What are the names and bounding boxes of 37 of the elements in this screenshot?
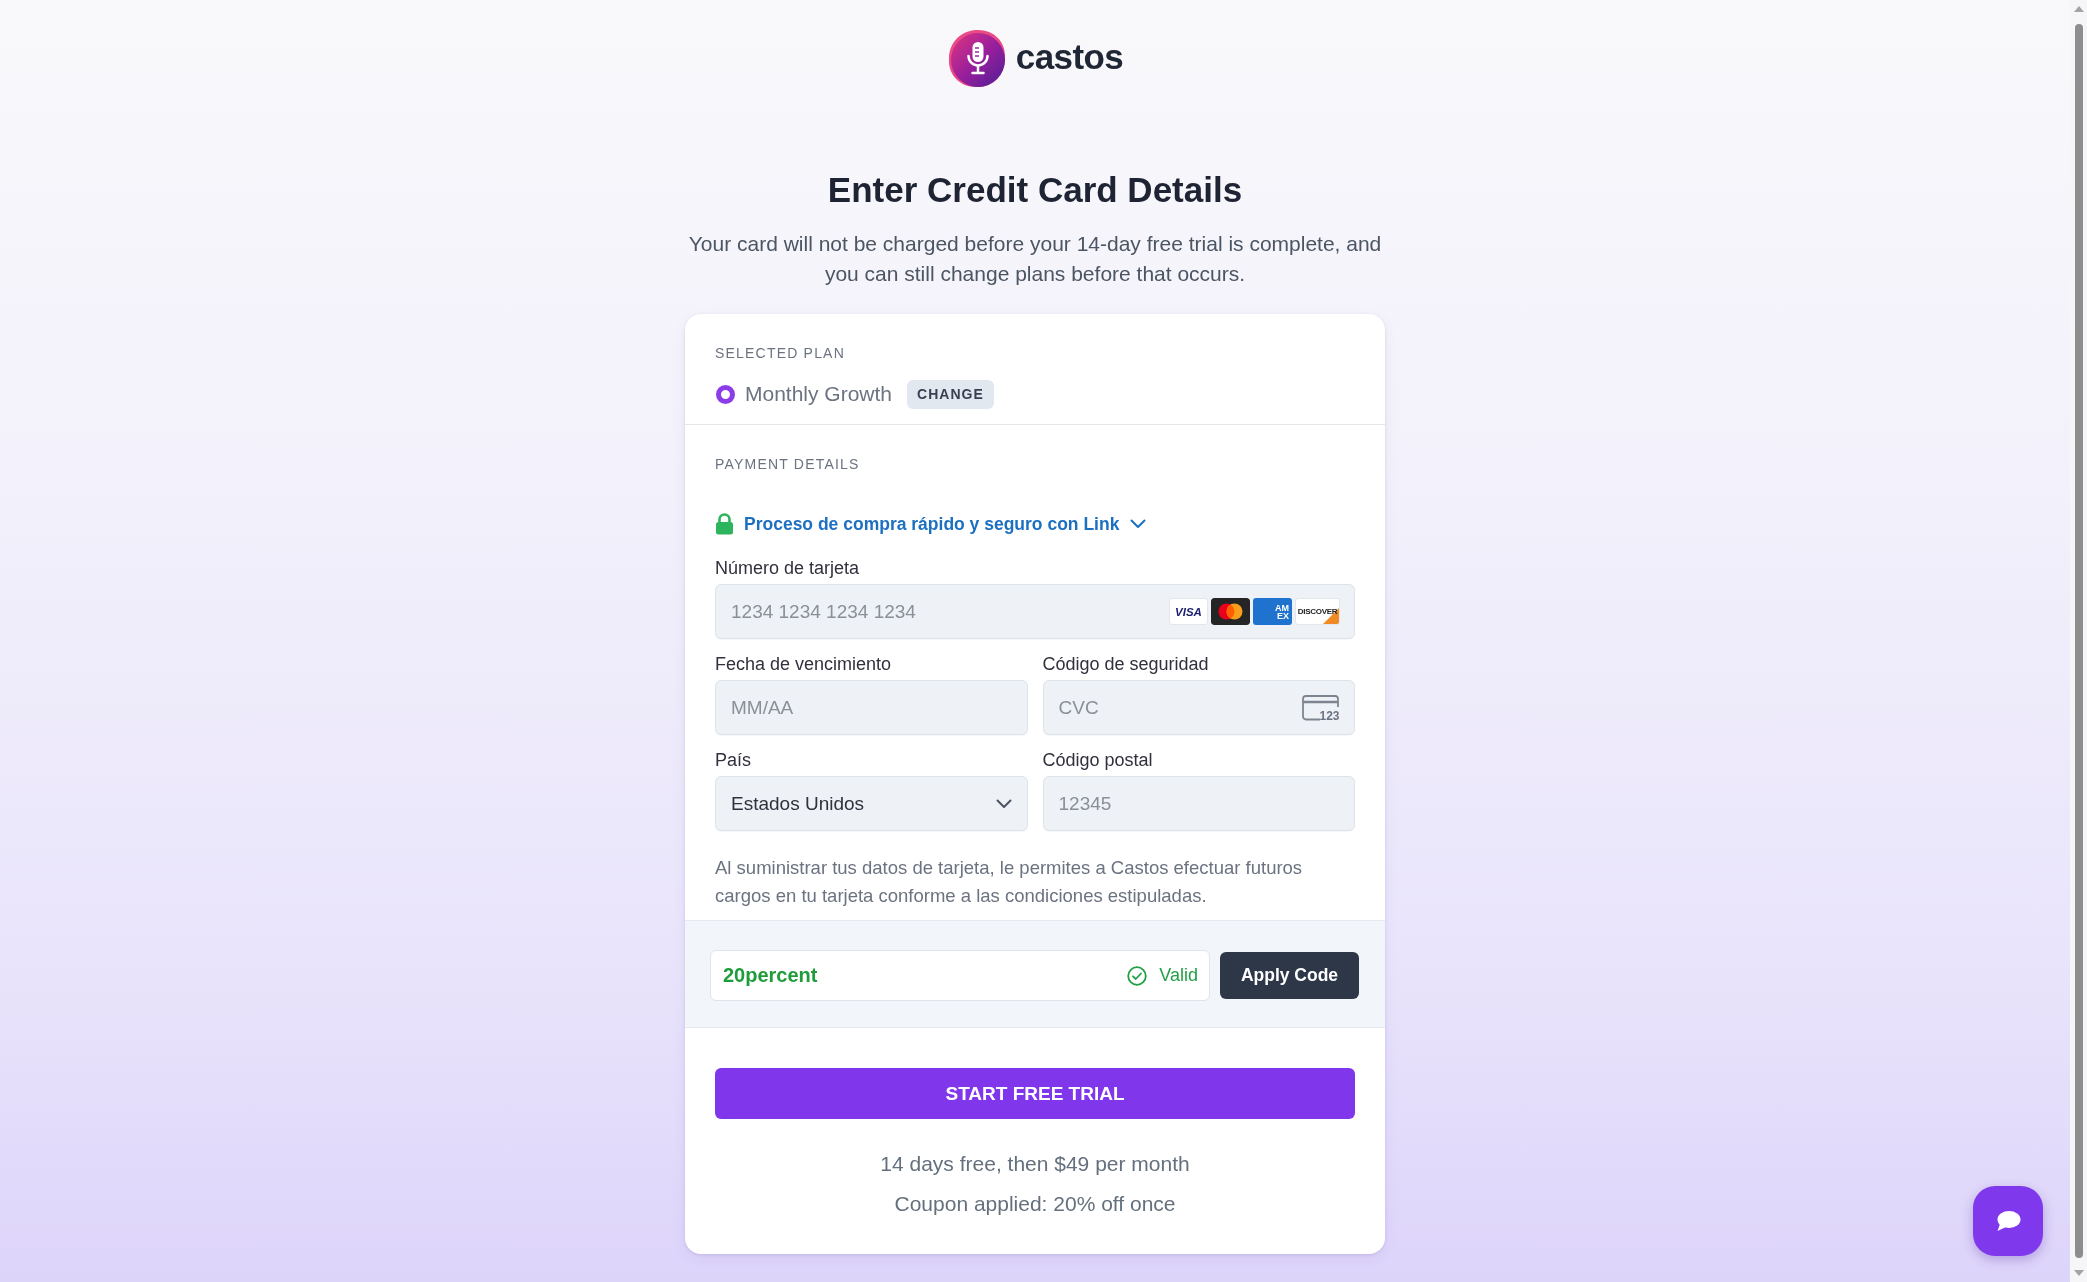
scrollbar-thumb[interactable] [2074,24,2083,1258]
input-field[interactable]: MM/AA [715,680,1028,735]
plan-radio[interactable] [716,384,735,404]
chat-button[interactable] [1973,1186,2043,1256]
brand-name: castos [1015,37,1124,77]
lock-icon [715,513,734,535]
section-label: SELECTED PLAN [715,344,846,362]
discover-logo: DISCOVER [1295,598,1340,625]
field-label: Número de tarjeta [715,557,860,579]
chevron-down-icon [1130,519,1147,529]
page-subtitle: Your card will not be charged before your 14-day free trial is complete, and you can still change plans before that occurs. [687,231,1383,287]
visa-logo: VISA [1169,598,1208,625]
mastercard-icon [1211,598,1250,625]
coupon-status: Valid [1159,965,1198,986]
amex-logo: AM EX [1253,598,1292,625]
microphone-logo-icon [946,29,1007,89]
field-label: Fecha de vencimiento [715,653,892,675]
scroll-down-icon[interactable] [2073,1270,2084,1276]
authorization-notice: Al suministrar tus datos de tarjeta, le permites a Castos efectuar futuros cargos en tu tarjeta conforme a las condiciones estipuladas. [715,856,1304,908]
scroll-up-icon[interactable] [2073,6,2084,12]
page-title: Enter Credit Card Details [827,169,1243,211]
plan-name: Monthly Growth [745,382,893,406]
speech-bubble-icon [1995,1210,2021,1232]
start-trial-button[interactable]: START FREE TRIAL [715,1068,1355,1119]
link-checkout-button[interactable]: Proceso de compra rápido y seguro con Link [715,512,1147,536]
section-label: PAYMENT DETAILS [715,455,860,473]
chevron-down-icon [995,798,1012,809]
input-field[interactable]: 12345 [1042,776,1355,831]
pricing-summary: Coupon applied: 20% off once [894,1191,1176,1217]
change-plan-button[interactable]: CHANGE [907,379,994,409]
field-label: Código postal [1042,749,1153,771]
scrollbar[interactable] [2070,0,2087,1282]
country-select[interactable]: Estados Unidos [715,776,1028,831]
apply-code-button[interactable]: Apply Code [1220,952,1359,999]
field-label: País [715,749,752,771]
field-label: Código de seguridad [1042,653,1209,675]
pricing-summary: 14 days free, then $49 per month [880,1151,1190,1177]
